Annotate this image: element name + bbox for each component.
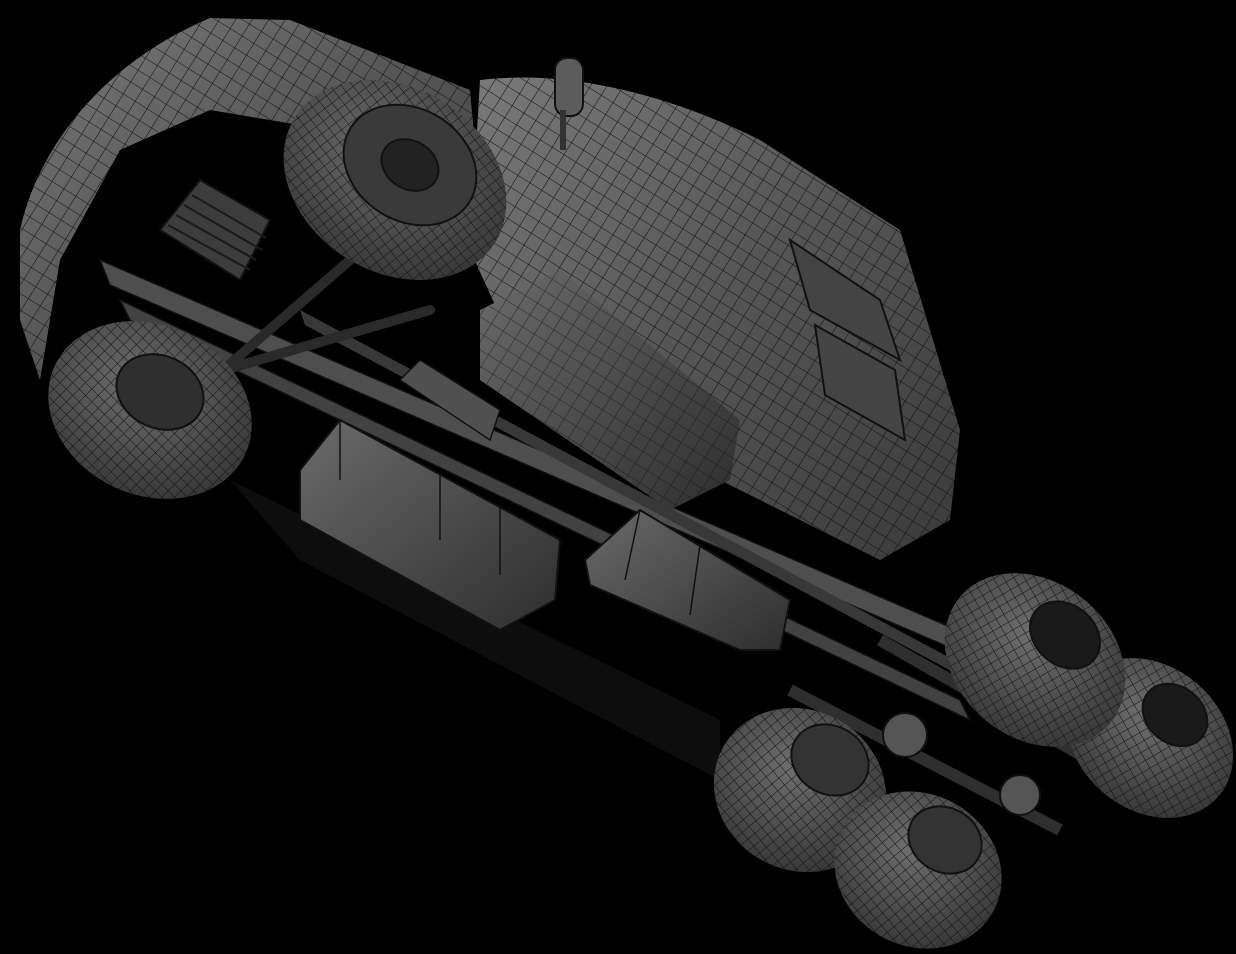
3d-viewport[interactable]: [0, 0, 1236, 954]
radiator: [158, 178, 272, 282]
truck-wireframe-render: [20, 18, 1234, 949]
